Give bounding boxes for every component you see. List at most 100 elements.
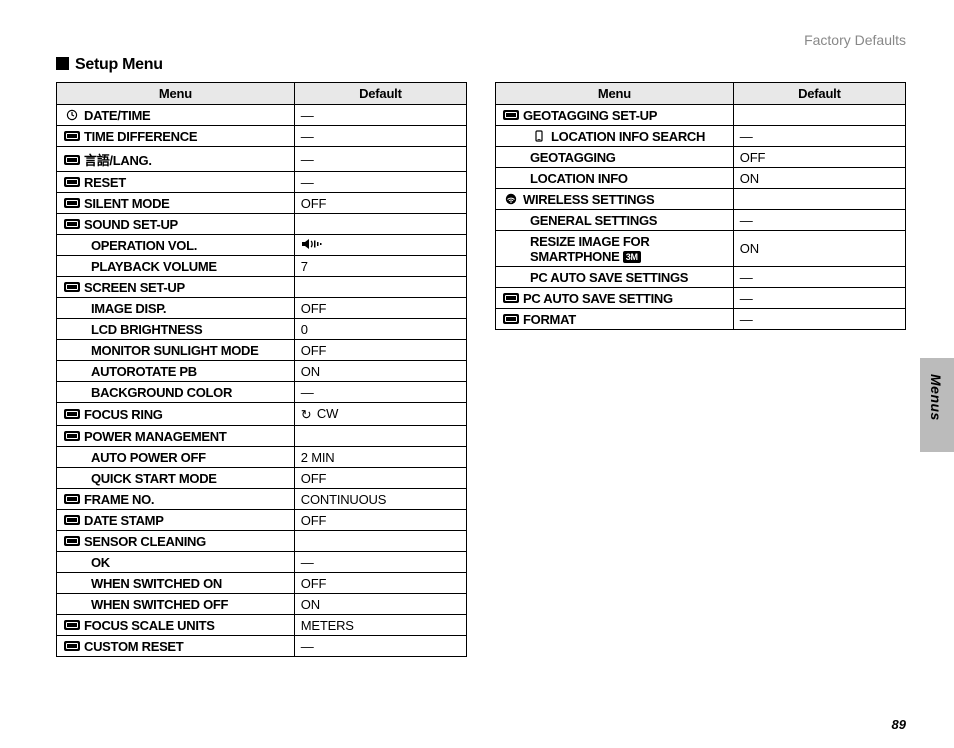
default-value: OFF <box>301 513 326 528</box>
menu-label: PC AUTO SAVE SETTING <box>523 291 673 306</box>
menu-cell: SENSOR CLEANING <box>57 531 295 552</box>
menu-cell: LOCATION INFO <box>496 168 734 189</box>
table-row: BACKGROUND COLOR — <box>57 382 467 403</box>
default-value: ON <box>740 171 759 186</box>
menu-cell: FRAME NO. <box>57 489 295 510</box>
menu-label: QUICK START MODE <box>91 471 217 486</box>
default-cell <box>294 235 466 256</box>
default-cell: OFF <box>294 468 466 489</box>
default-cell: — <box>733 210 905 231</box>
menu-label: MONITOR SUNLIGHT MODE <box>91 343 259 358</box>
menu-label: OPERATION VOL. <box>91 238 197 253</box>
default-cell <box>733 189 905 210</box>
menu-cell: OK <box>57 552 295 573</box>
power-icon <box>63 430 81 442</box>
speaker-level-icon <box>301 238 323 253</box>
table-row: DATE/TIME— <box>57 105 467 126</box>
menu-label: GEOTAGGING <box>530 150 616 165</box>
default-cell: OFF <box>294 573 466 594</box>
table-row: RESIZE IMAGE FOR SMARTPHONE 3MON <box>496 231 906 267</box>
default-cell: — <box>294 126 466 147</box>
menu-cell: SOUND SET-UP <box>57 214 295 235</box>
menu-label: SENSOR CLEANING <box>84 534 206 549</box>
default-cell: — <box>294 147 466 172</box>
default-value: CONTINUOUS <box>301 492 386 507</box>
default-cell: — <box>294 636 466 657</box>
table-row: SENSOR CLEANING <box>57 531 467 552</box>
time-diff-icon <box>63 130 81 142</box>
menu-cell: 言語/LANG. <box>57 147 295 172</box>
default-cell: OFF <box>733 147 905 168</box>
menu-label: SOUND SET-UP <box>84 217 178 232</box>
menu-label: WHEN SWITCHED OFF <box>91 597 228 612</box>
clock-icon <box>63 109 81 121</box>
menu-label: WHEN SWITCHED ON <box>91 576 222 591</box>
date-stamp-icon <box>63 514 81 526</box>
default-value: OFF <box>740 150 765 165</box>
table-row: OPERATION VOL. <box>57 235 467 256</box>
table-row: QUICK START MODE OFF <box>57 468 467 489</box>
default-cell: 7 <box>294 256 466 277</box>
default-cell: — <box>294 105 466 126</box>
header-right: Factory Defaults <box>804 32 906 48</box>
table-row: 言語/LANG. — <box>57 147 467 172</box>
default-cell <box>294 426 466 447</box>
table-row: SILENT MODEOFF <box>57 193 467 214</box>
menu-cell: FOCUS RING <box>57 403 295 426</box>
menu-label: LOCATION INFO <box>530 171 628 186</box>
silent-icon <box>63 197 81 209</box>
menu-label: IMAGE DISP. <box>91 301 166 316</box>
table-row: FORMAT— <box>496 309 906 330</box>
table-row: WHEN SWITCHED ON OFF <box>57 573 467 594</box>
table-row: LOCATION INFO SEARCH — <box>496 126 906 147</box>
size-chip: 3M <box>623 251 641 263</box>
menu-label: POWER MANAGEMENT <box>84 429 227 444</box>
table-row: WIRELESS SETTINGS <box>496 189 906 210</box>
pc-icon <box>502 292 520 304</box>
default-cell: ON <box>733 231 905 267</box>
menu-cell: GEOTAGGING <box>496 147 734 168</box>
table-row: AUTO POWER OFF 2 MIN <box>57 447 467 468</box>
title-bullet <box>56 57 69 70</box>
menu-label: AUTO POWER OFF <box>91 450 206 465</box>
table-row: FOCUS SCALE UNITSMETERS <box>57 615 467 636</box>
geo-icon <box>502 109 520 121</box>
menu-cell: POWER MANAGEMENT <box>57 426 295 447</box>
sensor-icon <box>63 535 81 547</box>
table-row: CUSTOM RESET— <box>57 636 467 657</box>
menu-cell: LCD BRIGHTNESS <box>57 319 295 340</box>
menu-label: RESET <box>84 175 126 190</box>
table-row: MONITOR SUNLIGHT MODE OFF <box>57 340 467 361</box>
menu-cell: DATE/TIME <box>57 105 295 126</box>
default-value: — <box>301 385 314 400</box>
sound-icon <box>63 218 81 230</box>
table-row: GENERAL SETTINGS — <box>496 210 906 231</box>
default-value: — <box>301 152 314 167</box>
default-value: ON <box>301 597 320 612</box>
menu-cell: WIRELESS SETTINGS <box>496 189 734 210</box>
col-header-menu: Menu <box>496 83 734 105</box>
scale-icon <box>63 619 81 631</box>
table-row: POWER MANAGEMENT <box>57 426 467 447</box>
default-value: OFF <box>301 576 326 591</box>
menu-cell: CUSTOM RESET <box>57 636 295 657</box>
menu-label: FRAME NO. <box>84 492 154 507</box>
table-row: GEOTAGGING SET-UP <box>496 105 906 126</box>
menu-cell: SILENT MODE <box>57 193 295 214</box>
menu-cell: RESET <box>57 172 295 193</box>
default-cell: ↻ CW <box>294 403 466 426</box>
focus-ring-icon <box>63 408 81 420</box>
menu-cell: QUICK START MODE <box>57 468 295 489</box>
menu-cell: PLAYBACK VOLUME <box>57 256 295 277</box>
default-cell: 0 <box>294 319 466 340</box>
menu-label: FOCUS RING <box>84 407 163 422</box>
wifi-icon <box>502 193 520 205</box>
default-value: — <box>301 555 314 570</box>
table-row: AUTOROTATE PB ON <box>57 361 467 382</box>
lang-icon <box>63 154 81 166</box>
default-value: OFF <box>301 471 326 486</box>
menu-cell: BACKGROUND COLOR <box>57 382 295 403</box>
menu-label: SILENT MODE <box>84 196 170 211</box>
default-cell: — <box>294 552 466 573</box>
menu-label: TIME DIFFERENCE <box>84 129 197 144</box>
